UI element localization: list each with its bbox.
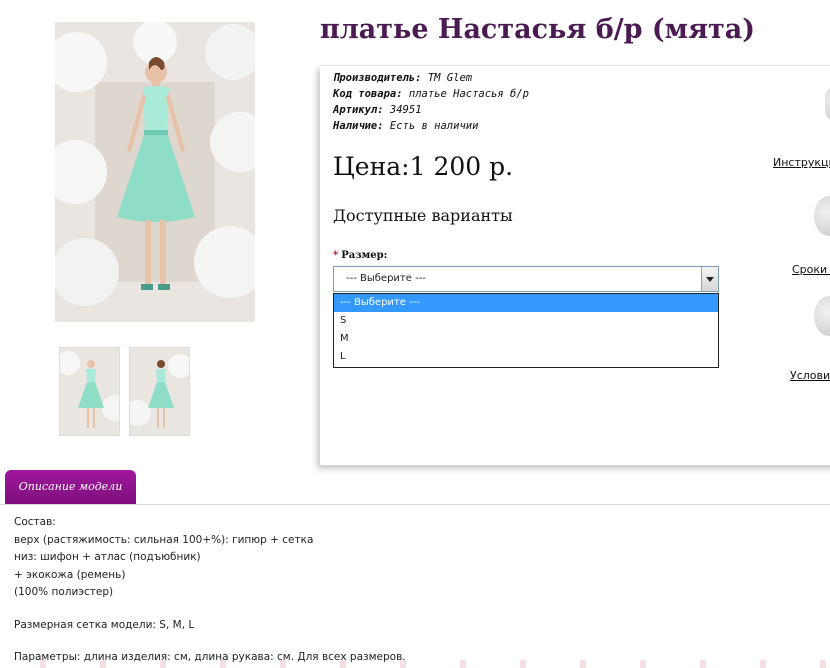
meta-article: Артикул: 34951 bbox=[333, 104, 422, 116]
composition-line: низ: шифон + атлас (подъюбник) bbox=[14, 551, 201, 563]
size-option-placeholder[interactable]: --- Выберите --- bbox=[334, 294, 718, 312]
size-select[interactable]: --- Выберите --- bbox=[333, 266, 719, 292]
product-meta: Производитель: ТМ Glem Код товара: плать… bbox=[333, 70, 529, 134]
decorative-border bbox=[0, 660, 830, 668]
size-option-s[interactable]: S bbox=[334, 312, 718, 330]
product-main-image[interactable] bbox=[55, 22, 255, 322]
delivery-icon[interactable] bbox=[814, 196, 830, 236]
meta-product-code: Код товара: платье Настасья б/р bbox=[333, 88, 529, 100]
composition-line: верх (растяжимость: сильная 100+%): гипю… bbox=[14, 533, 314, 546]
size-select-value: --- Выберите --- bbox=[346, 273, 426, 284]
product-title: платье Настасья б/р (мята) bbox=[320, 14, 756, 45]
size-option-l[interactable]: L bbox=[334, 348, 718, 366]
available-variants-heading: Доступные варианты bbox=[333, 206, 513, 225]
product-thumbnail-back[interactable] bbox=[129, 347, 190, 436]
delivery-terms-link[interactable]: Сроки д bbox=[792, 263, 830, 276]
product-price: Цена:1 200 р. bbox=[333, 152, 514, 181]
thumbnail-front-illustration bbox=[60, 348, 119, 435]
model-description: Состав: верх (растяжимость: сильная 100+… bbox=[14, 514, 406, 667]
required-mark: * bbox=[333, 250, 339, 261]
chevron-down-icon[interactable] bbox=[701, 267, 718, 291]
size-grid: Размерная сетка модели: S, M, L bbox=[14, 618, 195, 631]
instructions-link[interactable]: Инструкци bbox=[773, 156, 830, 169]
meta-manufacturer: Производитель: ТМ Glem bbox=[333, 72, 473, 84]
tab-divider bbox=[0, 504, 830, 505]
conditions-link[interactable]: Условия bbox=[790, 369, 830, 382]
composition-line: + экокожа (ремень) bbox=[14, 568, 126, 581]
conditions-icon[interactable] bbox=[814, 296, 830, 336]
dress-photo-illustration bbox=[55, 22, 255, 322]
thumbnail-back-illustration bbox=[130, 348, 189, 435]
size-option-m[interactable]: M bbox=[334, 330, 718, 348]
product-thumbnail-front[interactable] bbox=[59, 347, 120, 436]
meta-availability: Наличие: Есть в наличии bbox=[333, 120, 479, 132]
info-icon[interactable] bbox=[825, 86, 830, 122]
product-info-panel: Производитель: ТМ Glem Код товара: плать… bbox=[320, 65, 830, 465]
tab-model-description[interactable]: Описание модели bbox=[5, 470, 136, 504]
size-dropdown-list: --- Выберите --- S M L bbox=[333, 293, 719, 368]
size-label: * Размер: bbox=[333, 250, 388, 261]
composition-line: (100% полиэстер) bbox=[14, 586, 114, 598]
composition-label: Состав: bbox=[14, 516, 56, 528]
